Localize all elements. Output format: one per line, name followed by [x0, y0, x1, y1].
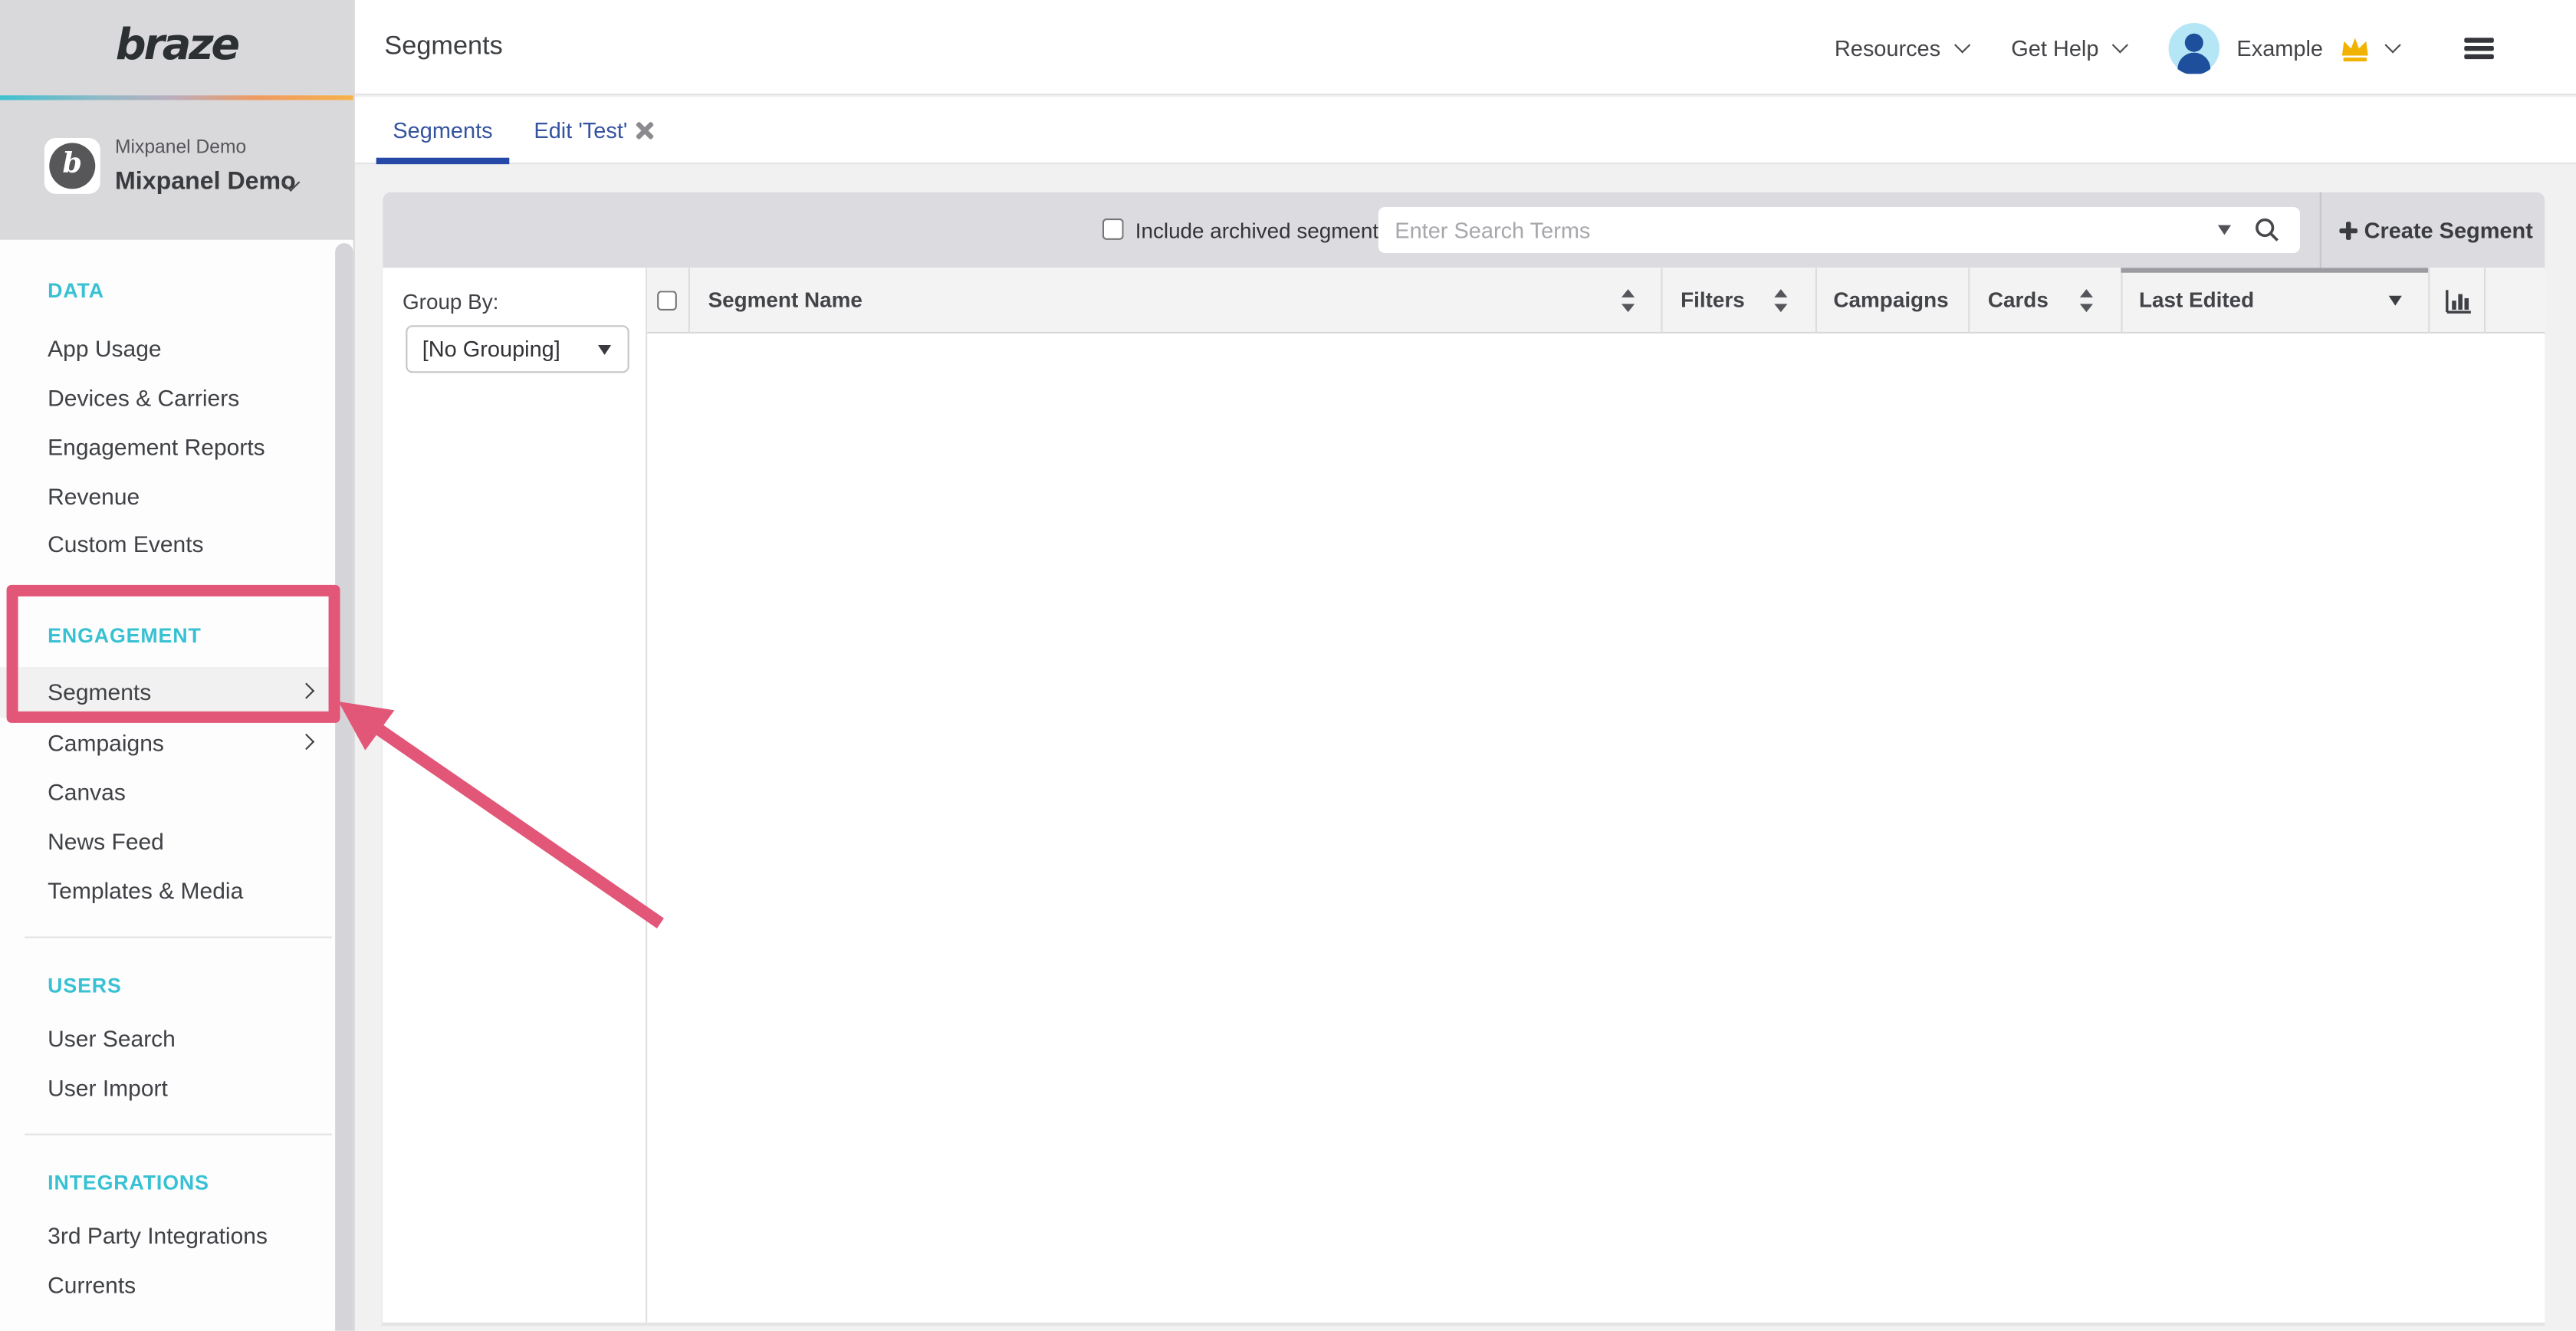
sort-icon[interactable]	[2080, 289, 2095, 312]
column-divider	[1815, 268, 1817, 334]
workspace-name: Mixpanel Demo	[115, 168, 296, 196]
segments-table: Segment Name Filters Campaigns Cards Las…	[647, 268, 2545, 1326]
bar-chart-icon[interactable]	[2445, 288, 2472, 315]
resources-menu[interactable]: Resources	[1835, 35, 1940, 60]
search-input[interactable]	[1378, 207, 2200, 253]
sidebar-item-3rd-party-integrations[interactable]: 3rd Party Integrations	[0, 1211, 335, 1260]
sidebar-item-custom-events[interactable]: Custom Events	[0, 519, 335, 568]
workspace-label: Mixpanel Demo	[115, 138, 246, 158]
workspace-avatar: b	[44, 138, 100, 194]
braze-logo[interactable]: braze	[116, 21, 238, 71]
sort-icon[interactable]	[1774, 289, 1789, 312]
annotation-arrow	[329, 682, 690, 945]
plus-icon	[2339, 221, 2358, 239]
section-title-data: DATA	[48, 279, 310, 302]
column-dropdown-caret-icon[interactable]	[2389, 296, 2402, 306]
workspace-logo-icon: b	[49, 143, 95, 189]
column-header-cards[interactable]: Cards	[1988, 268, 2049, 334]
search-options-caret-icon[interactable]	[2218, 225, 2231, 235]
group-by-label: Group By:	[402, 289, 498, 314]
close-icon[interactable]	[634, 122, 652, 140]
create-segment-label: Create Segment	[2364, 218, 2533, 242]
sidebar-item-revenue[interactable]: Revenue	[0, 472, 335, 521]
column-divider	[2121, 268, 2122, 334]
divider	[2320, 192, 2321, 268]
group-by-value: [No Grouping]	[422, 337, 560, 361]
section-title-users: USERS	[48, 974, 310, 997]
column-header-campaigns[interactable]: Campaigns	[1833, 268, 1948, 334]
active-tab-underline	[376, 158, 510, 165]
column-divider	[2428, 268, 2430, 334]
get-help-menu[interactable]: Get Help	[2011, 35, 2098, 60]
sidebar-item-user-import[interactable]: User Import	[0, 1063, 335, 1112]
create-segment-button[interactable]: Create Segment	[2339, 192, 2532, 268]
sidebar-item-label: Campaigns	[48, 729, 164, 755]
segments-toolbar: Include archived segments Create Segment	[383, 192, 2545, 268]
include-archived-label[interactable]: Include archived segments	[1135, 219, 1389, 243]
top-header: Segments Resources Get Help Example	[355, 0, 2576, 95]
chevron-down-icon	[2384, 37, 2400, 53]
sidebar-item-user-search[interactable]: User Search	[0, 1014, 335, 1063]
sidebar-item-campaigns[interactable]: Campaigns	[0, 718, 335, 767]
column-header-segment-name[interactable]: Segment Name	[708, 268, 863, 334]
sidebar-nav: DATA App Usage Devices & Carriers Engage…	[0, 240, 353, 1331]
column-divider	[688, 268, 690, 334]
sidebar-item-currents[interactable]: Currents	[0, 1260, 335, 1310]
chevron-right-icon	[298, 734, 314, 750]
sidebar-item-canvas[interactable]: Canvas	[0, 767, 335, 817]
search-box	[1378, 207, 2300, 253]
sidebar-item-templates-media[interactable]: Templates & Media	[0, 866, 335, 915]
crown-icon	[2339, 34, 2371, 61]
sort-icon[interactable]	[1622, 289, 1636, 312]
column-divider	[1661, 268, 1662, 334]
table-header: Segment Name Filters Campaigns Cards Las…	[647, 268, 2545, 334]
column-divider	[2484, 268, 2486, 334]
braze-app: braze b Mixpanel Demo Mixpanel Demo DATA…	[0, 0, 2576, 1331]
column-header-filters[interactable]: Filters	[1681, 268, 1745, 334]
annotation-highlight-box	[7, 585, 340, 723]
chevron-down-icon	[2113, 37, 2129, 53]
logo-block: braze	[0, 0, 353, 95]
header-right-nav: Resources Get Help Example	[1835, 0, 2494, 95]
column-divider	[1968, 268, 1970, 334]
user-name[interactable]: Example	[2236, 35, 2323, 60]
group-by-dropdown[interactable]: [No Grouping]	[406, 325, 629, 373]
tab-bar: Segments Edit 'Test'	[355, 97, 2576, 164]
tab-edit-test[interactable]: Edit 'Test'	[534, 97, 627, 164]
page-title: Segments	[384, 33, 502, 63]
column-header-last-edited[interactable]: Last Edited	[2139, 268, 2254, 334]
sidebar-item-devices-carriers[interactable]: Devices & Carriers	[0, 373, 335, 422]
section-title-integrations: INTEGRATIONS	[48, 1172, 310, 1195]
workspace-selector[interactable]: b Mixpanel Demo Mixpanel Demo	[0, 100, 353, 240]
chevron-down-icon	[1954, 37, 1970, 53]
sidebar-item-news-feed[interactable]: News Feed	[0, 817, 335, 866]
tab-segments[interactable]: Segments	[376, 97, 510, 164]
dropdown-caret-icon	[598, 345, 611, 355]
select-all-checkbox[interactable]	[657, 291, 677, 311]
hamburger-menu-icon[interactable]	[2464, 37, 2494, 58]
include-archived-checkbox[interactable]	[1102, 219, 1124, 240]
sidebar-item-engagement-reports[interactable]: Engagement Reports	[0, 422, 335, 472]
divider	[25, 936, 332, 938]
search-icon[interactable]	[2254, 217, 2280, 243]
divider	[25, 1134, 332, 1135]
sidebar-item-app-usage[interactable]: App Usage	[0, 324, 335, 373]
user-avatar[interactable]	[2170, 22, 2220, 73]
